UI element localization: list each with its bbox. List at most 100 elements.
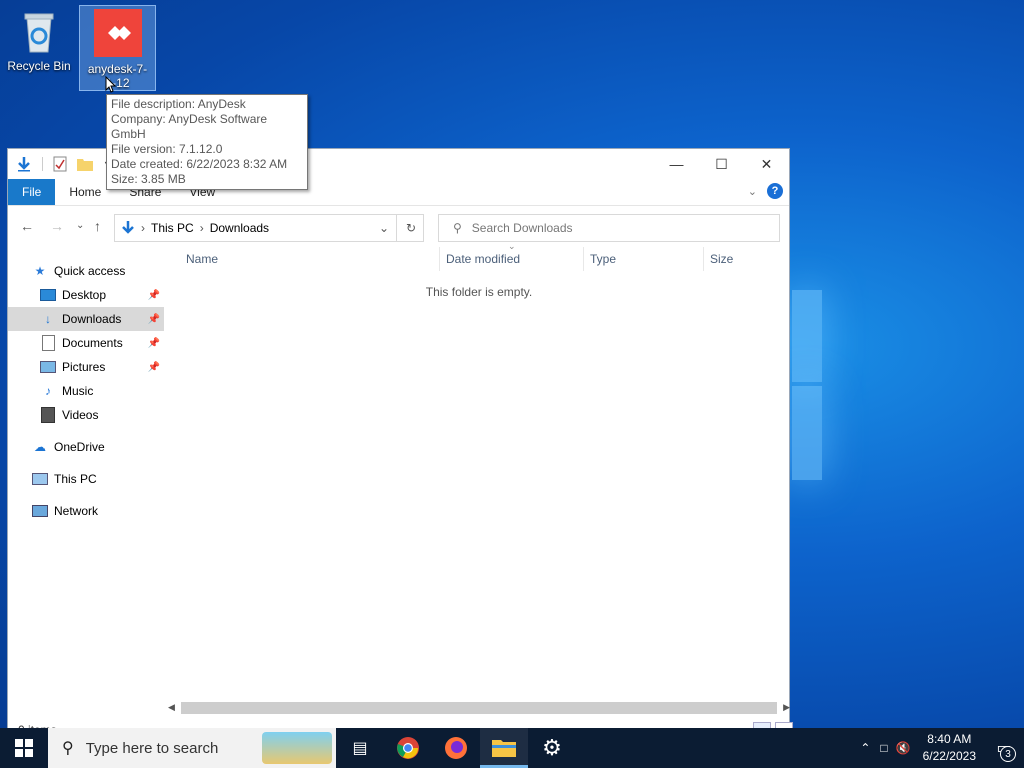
sidebar-item-this-pc[interactable]: This PC [8, 467, 164, 491]
search-box[interactable]: ⚲ Search Downloads [438, 214, 780, 242]
breadcrumb-downloads[interactable]: Downloads [210, 221, 269, 235]
sidebar-item-label: OneDrive [54, 440, 105, 454]
maximize-icon[interactable]: ☐ [699, 149, 744, 179]
sort-chevron-icon: ⌄ [508, 241, 516, 251]
taskbar-chrome[interactable] [384, 728, 432, 768]
action-center-button[interactable]: ▭ 3 [984, 728, 1024, 768]
cloud-icon: ☁ [34, 440, 46, 454]
address-bar[interactable]: › This PC › Downloads ⌄ [114, 214, 424, 242]
taskbar-firefox[interactable] [432, 728, 480, 768]
anydesk-icon [93, 9, 142, 57]
recent-locations-chevron-icon[interactable]: ⌄ [76, 220, 84, 231]
desktop-icon-label: Recycle Bin [7, 59, 71, 73]
desktop-icon-recycle-bin[interactable]: Recycle Bin [4, 6, 74, 73]
folder-icon [492, 739, 516, 757]
column-name[interactable]: Name [184, 247, 440, 271]
sidebar-item-quick-access[interactable]: ★ Quick access [8, 259, 164, 283]
film-strip-icon [40, 407, 56, 423]
back-arrow-icon[interactable]: ← [20, 218, 34, 234]
search-input[interactable]: Search Downloads [472, 221, 573, 235]
scroll-right-icon[interactable]: ▶ [783, 702, 790, 713]
properties-icon[interactable] [53, 156, 67, 172]
column-size[interactable]: Size [704, 247, 782, 271]
task-view-icon: ▤ [352, 740, 368, 757]
navigation-pane: ★ Quick access Desktop 📌 ↓ Downloads 📌 D… [8, 259, 164, 523]
sidebar-item-label: This PC [54, 472, 97, 486]
pin-icon: 📌 [147, 313, 160, 325]
taskbar: ⚲ Type here to search ▤ ⚙ ⌃ □ 🔇 8:40 AM … [0, 728, 1024, 768]
music-note-icon: ♪ [45, 384, 51, 398]
tooltip-line: File description: AnyDesk [111, 97, 246, 111]
windows-start-icon [15, 739, 33, 757]
scroll-left-icon[interactable]: ◀ [168, 702, 175, 713]
task-view-button[interactable]: ▤ [336, 728, 384, 768]
download-arrow-icon[interactable] [16, 156, 32, 172]
refresh-icon[interactable]: ↻ [396, 214, 425, 242]
sidebar-item-videos[interactable]: Videos [8, 403, 164, 427]
sidebar-item-label: Network [54, 504, 99, 518]
up-arrow-icon[interactable]: ↑ [94, 218, 101, 234]
taskbar-search-input[interactable]: Type here to search [86, 740, 219, 757]
windows-logo-pane-top [792, 290, 822, 382]
sidebar-item-label: Pictures [62, 360, 106, 374]
minimize-icon[interactable]: — [654, 149, 699, 179]
close-icon[interactable]: ✕ [744, 149, 789, 179]
sidebar-item-desktop[interactable]: Desktop 📌 [8, 283, 164, 307]
sidebar-item-label: Documents [62, 336, 123, 350]
windows-logo-pane-bottom [792, 386, 822, 480]
clock-time: 8:40 AM [927, 732, 972, 746]
sidebar-item-documents[interactable]: Documents 📌 [8, 331, 164, 355]
gear-icon: ⚙ [542, 735, 562, 760]
tab-file[interactable]: File [8, 179, 56, 205]
desktop-icon [40, 287, 56, 303]
horizontal-scrollbar[interactable]: ◀ ▶ [168, 699, 790, 716]
breadcrumb-separator-icon: › [199, 221, 204, 235]
scrollbar-thumb[interactable] [180, 701, 778, 714]
forward-arrow-icon[interactable]: → [50, 218, 64, 234]
show-hidden-icons-chevron-icon[interactable]: ⌃ [854, 741, 876, 755]
sidebar-item-label: Downloads [62, 312, 122, 326]
recycle-bin-icon [24, 13, 54, 53]
clock-date: 6/22/2023 [922, 749, 976, 763]
network-status-icon[interactable]: □ [876, 741, 891, 755]
tooltip-line: Date created: 6/22/2023 8:32 AM [111, 157, 288, 171]
search-highlight-icon [262, 732, 332, 764]
new-folder-icon[interactable] [77, 157, 93, 171]
sidebar-item-pictures[interactable]: Pictures 📌 [8, 355, 164, 379]
sidebar-item-label: Videos [62, 408, 99, 422]
taskbar-search-box[interactable]: ⚲ Type here to search [48, 728, 336, 768]
help-icon[interactable]: ? [767, 183, 783, 199]
desktop-icon-anydesk[interactable]: anydesk-7-1-12 [79, 5, 156, 91]
breadcrumb-this-pc[interactable]: This PC [151, 221, 194, 235]
search-icon: ⚲ [62, 740, 74, 757]
chrome-icon [397, 737, 419, 759]
sidebar-item-network[interactable]: Network [8, 499, 164, 523]
address-history-chevron-icon[interactable]: ⌄ [379, 221, 389, 235]
file-explorer-window: ▼ — ☐ ✕ File Home Share View ⌄ ? ← → ⌄ ↑… [7, 148, 793, 742]
computer-icon [32, 471, 48, 487]
navigation-bar: ← → ⌄ ↑ › This PC › Downloads ⌄ ↻ ⚲ Sear… [8, 206, 789, 246]
tooltip-line: Company: AnyDesk Software GmbH [111, 112, 268, 141]
pin-icon: 📌 [147, 337, 160, 349]
pictures-icon [40, 359, 56, 375]
quick-access-toolbar: ▼ [16, 156, 112, 172]
downloads-folder-icon [122, 221, 134, 234]
expand-ribbon-chevron-icon[interactable]: ⌄ [748, 185, 757, 198]
network-icon [32, 503, 48, 519]
search-icon: ⚲ [453, 221, 462, 235]
file-info-tooltip: File description: AnyDesk Company: AnyDe… [106, 94, 308, 190]
taskbar-clock[interactable]: 8:40 AM 6/22/2023 [915, 731, 984, 765]
sidebar-item-downloads[interactable]: ↓ Downloads 📌 [8, 307, 164, 331]
sidebar-item-label: Music [62, 384, 94, 398]
empty-folder-message: This folder is empty. [425, 285, 533, 299]
column-type[interactable]: Type [584, 247, 704, 271]
desktop-icon-label: anydesk-7-1-12 [87, 62, 148, 90]
pin-icon: 📌 [147, 361, 160, 373]
taskbar-settings[interactable]: ⚙ [528, 728, 576, 768]
start-button[interactable] [0, 728, 48, 768]
volume-muted-icon[interactable]: 🔇 [892, 741, 915, 755]
sidebar-item-music[interactable]: ♪ Music [8, 379, 164, 403]
sidebar-item-label: Desktop [62, 288, 107, 302]
taskbar-file-explorer[interactable] [480, 728, 528, 768]
sidebar-item-onedrive[interactable]: ☁ OneDrive [8, 435, 164, 459]
